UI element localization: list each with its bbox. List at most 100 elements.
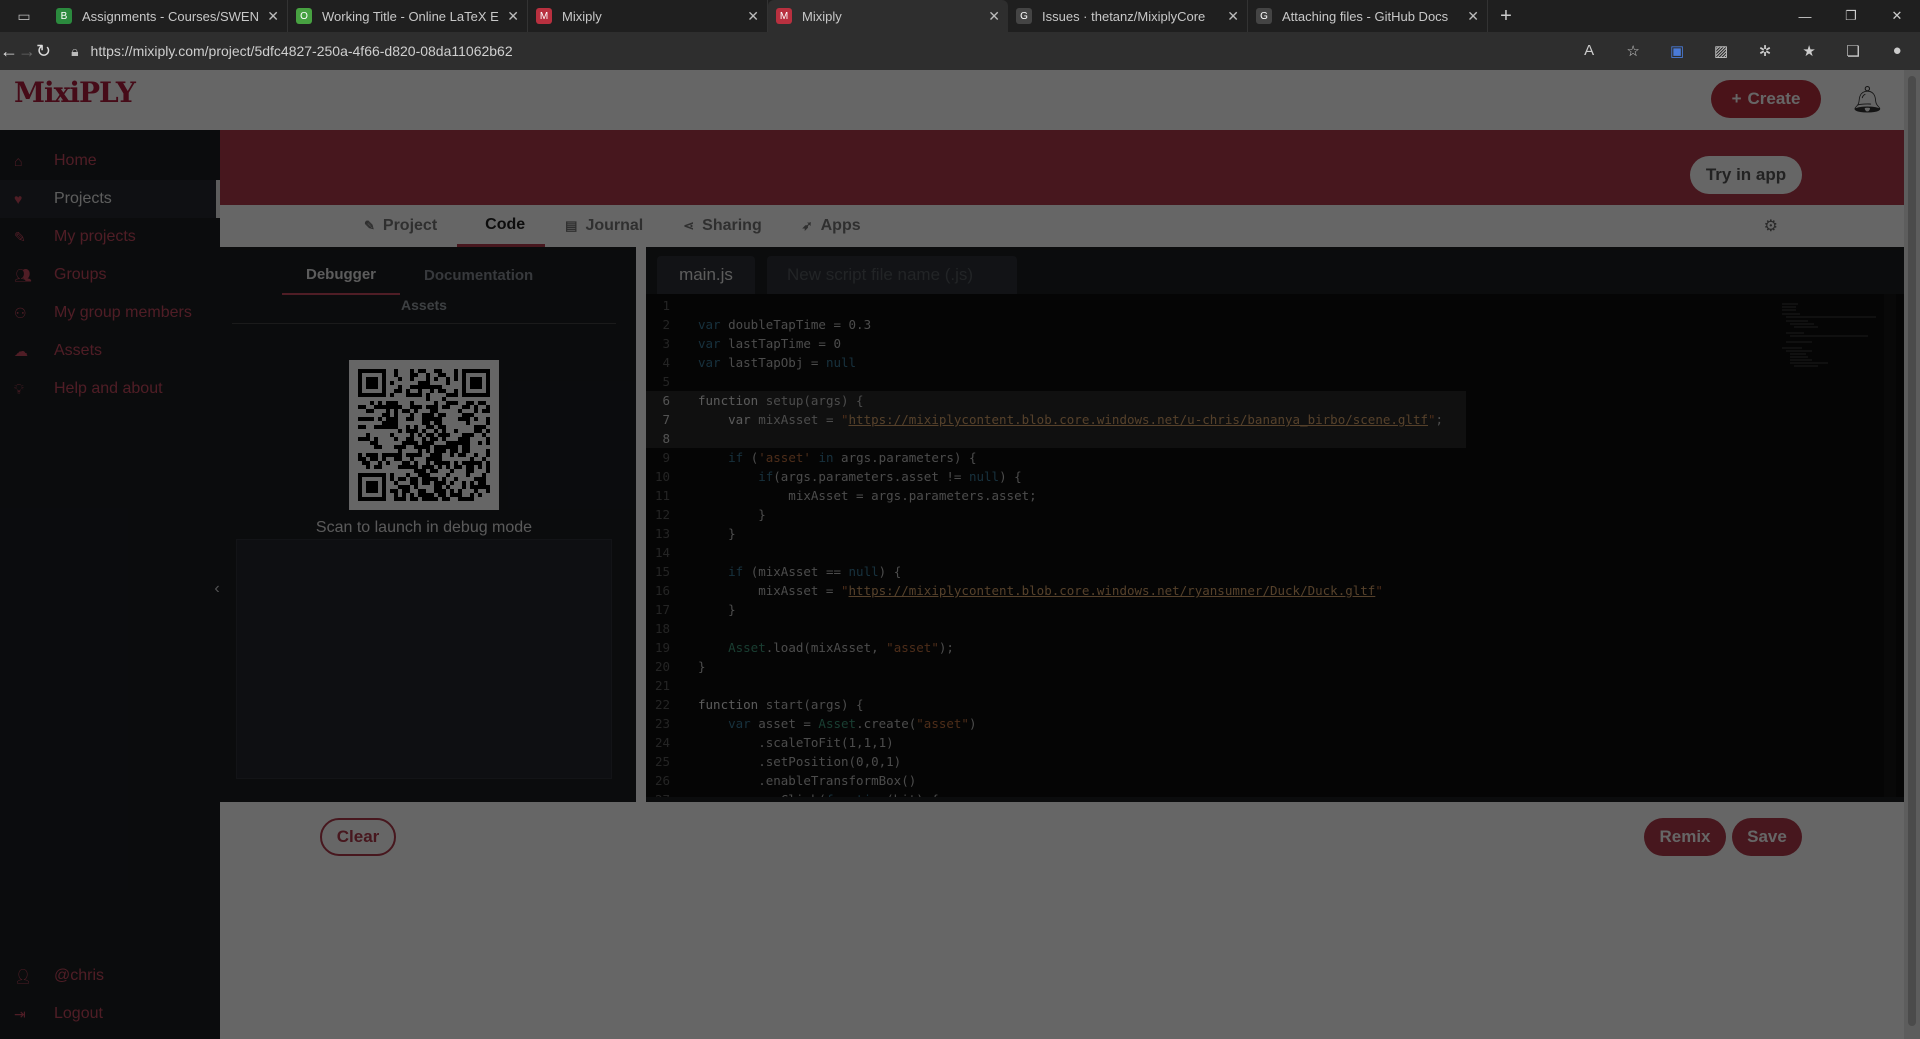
code-line[interactable]: 3 var lastTapTime = 0 <box>646 334 1904 353</box>
close-tab-icon[interactable]: ✕ <box>1467 8 1479 25</box>
read-aloud-icon[interactable]: A <box>1567 42 1611 60</box>
line-number: 5 <box>662 374 670 389</box>
remix-button[interactable]: Remix <box>1644 818 1726 856</box>
browser-tab[interactable]: O Working Title - Online LaTeX Edi ✕ <box>288 0 528 32</box>
code-line[interactable]: 5 <box>646 372 1904 391</box>
extensions-icon[interactable]: ✲ <box>1743 42 1787 60</box>
line-number: 16 <box>654 583 670 598</box>
url-field[interactable]: 🔒︎ https://mixiply.com/project/5dfc4827-… <box>57 37 1397 65</box>
create-button[interactable]: + Create <box>1711 80 1821 118</box>
back-icon[interactable]: ← <box>0 41 18 62</box>
sidebar-logout[interactable]: ⇥ Logout <box>0 995 220 1033</box>
new-script-input[interactable]: New script file name (.js) <box>767 256 1017 294</box>
close-tab-icon[interactable]: ✕ <box>507 8 519 25</box>
url-text: https://mixiply.com/project/5dfc4827-250… <box>90 43 513 59</box>
tab-sharing[interactable]: ⋖ Sharing <box>663 205 781 247</box>
extension-shield-icon[interactable]: ▣ <box>1655 42 1699 60</box>
code-line[interactable]: 4 var lastTapObj = null <box>646 353 1904 372</box>
collections-icon[interactable]: ❏ <box>1831 42 1875 60</box>
tab-journal[interactable]: ▤ Journal <box>545 205 663 247</box>
sidebar-item-help-and-about[interactable]: 💡︎ Help and about <box>0 370 220 408</box>
collapse-panel-icon[interactable]: ‹ <box>205 574 229 604</box>
tab-project[interactable]: ✎ Project <box>344 205 457 247</box>
save-button[interactable]: Save <box>1732 818 1802 856</box>
close-tab-icon[interactable]: ✕ <box>988 8 1000 25</box>
browser-tab[interactable]: G Issues · thetanz/MixiplyCore ✕ <box>1008 0 1248 32</box>
sidebar-user[interactable]: 👤︎ @chris <box>0 957 220 995</box>
browser-tab[interactable]: B Assignments - Courses/SWEN58 ✕ <box>48 0 288 32</box>
code-line[interactable]: 6 function setup(args) { <box>646 391 1466 410</box>
close-tab-icon[interactable]: ✕ <box>1227 8 1239 25</box>
sidebar-item-projects[interactable]: ♥ Projects <box>0 180 220 218</box>
code-line[interactable]: 2 var doubleTapTime = 0.3 <box>646 315 1904 334</box>
code-line[interactable]: 26 .enableTransformBox() <box>646 771 1904 790</box>
sidebar-item-home[interactable]: ⌂ Home <box>0 142 220 180</box>
code-line[interactable]: 21 <box>646 676 1904 695</box>
file-tab-main-js[interactable]: main.js <box>657 256 755 294</box>
sidebar-item-label: Home <box>54 152 97 169</box>
minimize-icon[interactable]: — <box>1782 0 1828 32</box>
code-line[interactable]: 13 } <box>646 524 1904 543</box>
restore-icon[interactable]: ❐ <box>1828 0 1874 32</box>
code-line[interactable]: 7 var mixAsset = "https://mixiplycontent… <box>646 410 1466 429</box>
code-line[interactable]: 27 .onClick(function(hit) { <box>646 790 1904 797</box>
close-window-icon[interactable]: ✕ <box>1874 0 1920 32</box>
code-line[interactable]: 10 if(args.parameters.asset != null) { <box>646 467 1904 486</box>
new-tab-button[interactable]: + <box>1488 5 1524 28</box>
tab-code[interactable]: Code <box>457 205 546 247</box>
tab-actions-icon[interactable]: ▭ <box>0 0 48 32</box>
image-icon[interactable]: ▨ <box>1699 42 1743 60</box>
page-scroll-thumb[interactable] <box>1908 76 1916 1026</box>
code-line[interactable]: 19 Asset.load(mixAsset, "asset"); <box>646 638 1904 657</box>
code-line[interactable]: 23 var asset = Asset.create("asset") <box>646 714 1904 733</box>
browser-tab[interactable]: G Attaching files - GitHub Docs ✕ <box>1248 0 1488 32</box>
code-line[interactable]: 17 } <box>646 600 1904 619</box>
favorite-icon[interactable]: ☆ <box>1611 42 1655 60</box>
bell-icon[interactable]: 🔔︎ <box>1851 84 1884 115</box>
sidebar-item-label: My group members <box>54 304 192 321</box>
code-line[interactable]: 22 function start(args) { <box>646 695 1904 714</box>
page-scrollbar[interactable] <box>1904 70 1920 1039</box>
tab-debugger[interactable]: Debugger <box>282 255 401 295</box>
code-line[interactable]: 8 <box>646 429 1466 448</box>
code-line[interactable]: 12 } <box>646 505 1904 524</box>
favorites-icon[interactable]: ★ <box>1787 42 1831 60</box>
code-line[interactable]: 18 <box>646 619 1904 638</box>
sidebar-item-groups[interactable]: 👥︎ Groups <box>0 256 220 294</box>
tab-apps[interactable]: ➶ Apps <box>782 205 881 247</box>
sidebar-item-assets[interactable]: ☁ Assets <box>0 332 220 370</box>
sidebar-item-my-group-members[interactable]: ⚇ My group members <box>0 294 220 332</box>
code-line[interactable]: 15 if (mixAsset == null) { <box>646 562 1904 581</box>
code-line[interactable]: 1 <box>646 296 1904 315</box>
code-line[interactable]: 25 .setPosition(0,0,1) <box>646 752 1904 771</box>
profile-avatar[interactable]: ● <box>1875 42 1919 60</box>
code-line[interactable]: 14 <box>646 543 1904 562</box>
code-scrollbar[interactable] <box>1884 294 1896 797</box>
close-tab-icon[interactable]: ✕ <box>267 8 279 25</box>
code-line[interactable]: 11 mixAsset = args.parameters.asset; <box>646 486 1904 505</box>
gear-icon[interactable]: ⚙ <box>1764 216 1778 236</box>
sidebar-item-label: Groups <box>54 266 107 283</box>
forward-icon[interactable]: → <box>18 41 36 62</box>
code-line[interactable]: 20} <box>646 657 1904 676</box>
sidebar-item-my-projects[interactable]: ✎ My projects <box>0 218 220 256</box>
blackboard-icon: B <box>56 8 72 24</box>
line-text: .onClick(function(hit) { <box>684 792 939 797</box>
assets-heading: Assets <box>232 293 616 324</box>
code-line[interactable]: 24 .scaleToFit(1,1,1) <box>646 733 1904 752</box>
close-tab-icon[interactable]: ✕ <box>747 8 759 25</box>
clear-button[interactable]: Clear <box>320 818 396 856</box>
try-in-app-button[interactable]: Try in app <box>1690 156 1802 194</box>
plus-icon: + <box>1731 89 1742 108</box>
mixiply-logo[interactable]: MixiPLY <box>14 76 136 109</box>
debug-log-area[interactable] <box>236 539 612 779</box>
line-number: 1 <box>662 298 670 313</box>
tab-documentation[interactable]: Documentation <box>400 255 557 295</box>
code-line[interactable]: 9 if ('asset' in args.parameters) { <box>646 448 1904 467</box>
browser-tab[interactable]: M Mixiply ✕ <box>528 0 768 32</box>
browser-tab[interactable]: M Mixiply ✕ <box>768 0 1008 32</box>
code-minimap[interactable] <box>1778 300 1878 380</box>
reload-icon[interactable]: ↻ <box>36 41 51 62</box>
code-area[interactable]: 1 2 var doubleTapTime = 0.3 3 var lastTapTim… <box>646 294 1904 797</box>
code-line[interactable]: 16 mixAsset = "https://mixiplycontent.bl… <box>646 581 1904 600</box>
